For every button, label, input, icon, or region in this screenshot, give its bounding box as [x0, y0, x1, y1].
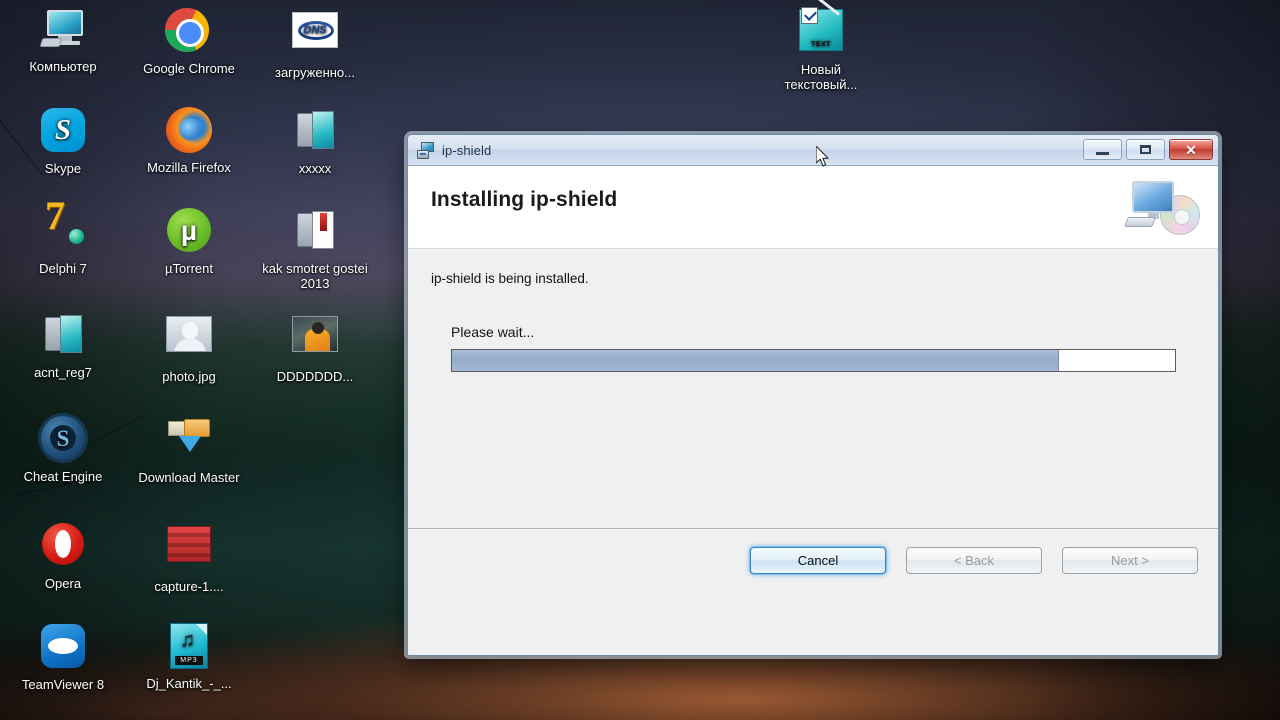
firefox-icon	[165, 107, 213, 155]
desktop-icon[interactable]: photo.jpg	[136, 310, 242, 384]
desktop-icon-label: Dj_Kantik_-_...	[146, 676, 232, 691]
back-button[interactable]: < Back	[906, 546, 1042, 574]
dialog-titlebar[interactable]: ip-shield ✕	[408, 135, 1218, 166]
desktop-icon-label: Download Master	[138, 470, 240, 485]
window-title: ip-shield	[442, 142, 492, 158]
desktop-icon-label: Skype	[44, 161, 82, 176]
desktop-icon[interactable]: TeamViewer 8	[10, 622, 116, 692]
desktop-icon[interactable]: DNS загруженно...	[262, 6, 368, 80]
chrome-icon	[165, 8, 213, 56]
window-controls: ✕	[1083, 139, 1213, 160]
desktop-icon[interactable]: µ µTorrent	[136, 206, 242, 276]
desktop-icon-label: xxxxx	[298, 161, 332, 176]
desktop-icon-label: acnt_reg7	[34, 365, 92, 380]
close-icon: ✕	[1185, 141, 1197, 158]
desktop-icon-label: µTorrent	[165, 261, 213, 276]
desktop-icon-label: photo.jpg	[162, 369, 216, 384]
install-progress-bar	[451, 349, 1176, 372]
desktop-icon-label: capture-1....	[154, 579, 224, 594]
delphi-icon: 7	[39, 196, 87, 256]
close-button[interactable]: ✕	[1169, 139, 1213, 160]
install-status-text: ip-shield is being installed.	[431, 271, 589, 286]
desktop-icon-label: TeamViewer 8	[21, 677, 105, 692]
minimize-icon	[1096, 151, 1109, 155]
skype-icon: S	[39, 108, 87, 156]
install-progress-fill	[452, 350, 1060, 371]
desktop-icon-label: Новый текстовый...	[784, 62, 858, 92]
blue-folder-icon	[291, 108, 339, 156]
opera-icon	[39, 523, 87, 571]
next-button[interactable]: Next >	[1062, 546, 1198, 574]
jpeg-thumb-icon	[291, 316, 339, 364]
dialog-header: Installing ip-shield	[408, 166, 1218, 249]
desktop-icon[interactable]: capture-1....	[136, 520, 242, 594]
installer-dialog[interactable]: ip-shield ✕ Installing ip-shield ip-shie…	[407, 134, 1219, 656]
desktop-icon[interactable]: Opera	[10, 520, 116, 591]
cancel-button[interactable]: Cancel	[750, 546, 886, 574]
cheat-engine-icon: S	[39, 416, 87, 464]
photo-icon	[165, 316, 213, 364]
folder-doc-icon	[291, 208, 339, 256]
desktop-icon-label: загруженно...	[274, 65, 355, 80]
capture-video-icon	[165, 526, 213, 574]
desktop-icon[interactable]: S Cheat Engine	[10, 414, 116, 484]
download-master-icon	[165, 417, 213, 465]
desktop-icon[interactable]: kak smotret gostei 2013	[262, 206, 368, 291]
mp3-file-icon: ♫ MP3	[165, 623, 213, 671]
text-file-icon: TEXT	[797, 0, 845, 57]
desktop-icon[interactable]: DDDDDDD...	[262, 310, 368, 384]
desktop-icon[interactable]: Mozilla Firefox	[136, 106, 242, 175]
blue-folder-icon	[39, 312, 87, 360]
computer-icon	[39, 6, 87, 54]
utorrent-icon: µ	[165, 208, 213, 256]
desktop-icon-label: Google Chrome	[143, 61, 235, 76]
teamviewer-icon	[39, 624, 87, 672]
dialog-body: ip-shield is being installed. Please wai…	[408, 249, 1218, 591]
desktop-icon[interactable]: Google Chrome	[136, 6, 242, 76]
desktop-icon[interactable]: Компьютер	[10, 6, 116, 74]
desktop-icon-label: Opera	[44, 576, 82, 591]
installer-icon	[417, 141, 435, 159]
desktop-icon-label: Cheat Engine	[23, 469, 103, 484]
maximize-button[interactable]	[1126, 139, 1165, 160]
desktop-icon[interactable]: acnt_reg7	[10, 310, 116, 380]
desktop-icon-label: kak smotret gostei 2013	[262, 261, 368, 291]
desktop-icon[interactable]: xxxxx	[262, 106, 368, 176]
desktop-icon[interactable]: S Skype	[10, 106, 116, 176]
desktop-icon[interactable]: TEXT Новый текстовый...	[768, 0, 874, 92]
dialog-footer: Cancel < Back Next >	[408, 528, 1218, 591]
desktop-icon[interactable]: Download Master	[136, 414, 242, 485]
desktop-icon[interactable]: ♫ MP3 Dj_Kantik_-_...	[136, 622, 242, 691]
page-title: Installing ip-shield	[431, 188, 618, 211]
minimize-button[interactable]	[1083, 139, 1122, 160]
dns-icon: DNS	[291, 12, 339, 60]
desktop-icon-label: Компьютер	[29, 59, 97, 74]
maximize-icon	[1140, 145, 1151, 154]
desktop-icon-label: Delphi 7	[39, 261, 87, 276]
desktop-icon-label: Mozilla Firefox	[147, 160, 231, 175]
desktop-icon-label: DDDDDDD...	[276, 369, 354, 384]
please-wait-label: Please wait...	[451, 324, 535, 340]
desktop-icon[interactable]: 7 Delphi 7	[10, 196, 116, 277]
computer-cd-icon	[1124, 179, 1202, 237]
